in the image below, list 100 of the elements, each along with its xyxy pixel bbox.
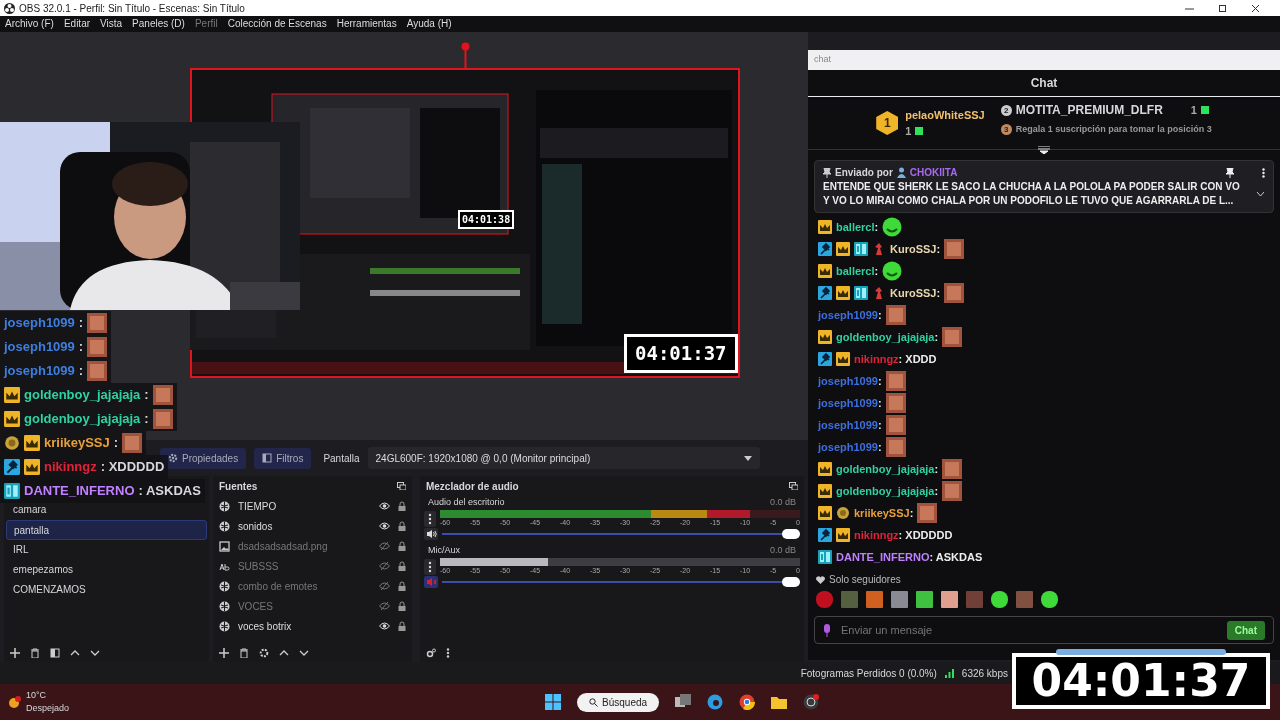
recording-app-icon[interactable] xyxy=(803,694,820,710)
advanced-settings-icon[interactable] xyxy=(425,648,436,658)
lock-icon[interactable] xyxy=(397,581,406,591)
move-up-icon[interactable] xyxy=(278,648,289,658)
folder-icon[interactable] xyxy=(771,694,788,710)
add-icon[interactable] xyxy=(10,648,20,658)
undock-icon[interactable] xyxy=(789,482,798,490)
lock-icon[interactable] xyxy=(397,501,406,511)
db-reading: 0.0 dB xyxy=(769,496,796,509)
sub-badge-icon xyxy=(836,352,850,366)
timer-text: 04:01:37 xyxy=(1031,659,1251,703)
panel-title: Fuentes xyxy=(218,479,258,494)
chat-username: nikinngz xyxy=(44,458,97,477)
source-name: SUBSSS xyxy=(237,559,279,574)
close-icon[interactable] xyxy=(1251,3,1260,13)
mod-badge-icon xyxy=(818,352,832,366)
more-options-icon[interactable] xyxy=(445,648,450,658)
emote-icon xyxy=(885,437,906,457)
lock-icon[interactable] xyxy=(397,621,406,631)
hidden-eye-icon[interactable] xyxy=(378,562,390,570)
filters-button[interactable]: Filtros xyxy=(254,447,312,469)
panel-icon[interactable] xyxy=(50,648,60,658)
slider-thumb[interactable] xyxy=(782,577,800,587)
chat-username: joseph1099 xyxy=(4,314,75,333)
more-options-icon[interactable] xyxy=(1262,167,1265,178)
emote-icon[interactable] xyxy=(991,591,1008,608)
menu-item[interactable]: Archivo (F) xyxy=(0,16,59,32)
mod-badge-icon xyxy=(4,459,20,475)
volume-slider[interactable] xyxy=(441,576,800,588)
source-name: dsadsadsadsad.png xyxy=(237,539,328,554)
menu-item[interactable]: Vista xyxy=(95,16,128,32)
browser-icon[interactable] xyxy=(739,694,756,710)
menu-item[interactable]: Editar xyxy=(58,16,96,32)
delete-icon[interactable] xyxy=(238,648,249,658)
rotate-handle-icon[interactable] xyxy=(461,42,470,69)
chat-message: : xyxy=(78,314,84,333)
lock-icon[interactable] xyxy=(397,541,406,551)
hidden-eye-icon[interactable] xyxy=(378,582,390,590)
move-down-icon[interactable] xyxy=(298,648,309,658)
chat-title: Chat xyxy=(808,70,1280,97)
medal-badge-icon xyxy=(836,506,850,520)
scene-item[interactable]: camara xyxy=(6,500,207,520)
unpin-icon[interactable] xyxy=(1226,167,1234,178)
chat-message: : xyxy=(936,285,941,301)
delete-icon[interactable] xyxy=(30,648,40,658)
eye-icon[interactable] xyxy=(378,502,390,510)
muted-speaker-icon[interactable] xyxy=(423,576,438,588)
message-input[interactable]: Enviar un mensaje Chat xyxy=(814,616,1274,644)
maximize-icon[interactable] xyxy=(1218,3,1227,13)
logo-badge-icon xyxy=(4,483,20,499)
speaker-icon[interactable] xyxy=(423,528,438,540)
task-view-icon[interactable] xyxy=(675,694,692,710)
lock-icon[interactable] xyxy=(397,601,406,611)
menu-item[interactable]: Colección de Escenas xyxy=(222,16,332,32)
eye-icon[interactable] xyxy=(378,622,390,630)
caret-icon xyxy=(743,455,752,461)
channel-name: Mic/Aux xyxy=(427,544,460,557)
start-icon[interactable] xyxy=(545,694,562,710)
scene-item[interactable]: emepezamos xyxy=(6,560,207,580)
chevron-down-icon[interactable] xyxy=(1256,191,1265,197)
chat-username: joseph1099 xyxy=(4,362,75,381)
eye-icon[interactable] xyxy=(378,522,390,530)
drag-handle[interactable] xyxy=(1056,649,1226,655)
hidden-eye-icon[interactable] xyxy=(378,602,390,610)
add-icon[interactable] xyxy=(218,648,229,658)
scene-item[interactable]: IRL xyxy=(6,540,207,560)
volume-slider[interactable] xyxy=(441,528,800,540)
undock-icon[interactable] xyxy=(396,482,406,490)
more-options-icon[interactable] xyxy=(423,558,436,575)
slider-thumb[interactable] xyxy=(782,529,800,539)
taskbar-search[interactable]: Búsqueda xyxy=(577,692,660,712)
lock-icon[interactable] xyxy=(397,521,406,531)
medal-badge-icon xyxy=(4,435,20,451)
move-down-icon[interactable] xyxy=(90,648,100,658)
display-select[interactable]: 24GL600F: 1920x1080 @ 0,0 (Monitor principal) xyxy=(367,447,760,469)
chat-message: : xyxy=(936,241,941,257)
move-up-icon[interactable] xyxy=(70,648,80,658)
send-button[interactable]: Chat xyxy=(1226,620,1265,640)
scene-item[interactable]: COMENZAMOS xyxy=(6,580,207,600)
chat-message: : xyxy=(877,373,882,389)
emote-icon[interactable] xyxy=(1041,591,1058,608)
menu-item[interactable]: Ayuda (H) xyxy=(401,16,457,32)
emote-icon xyxy=(885,415,906,435)
gift-count: 1 xyxy=(905,124,912,139)
emote-icon xyxy=(944,239,965,259)
lock-icon[interactable] xyxy=(397,561,406,571)
hidden-eye-icon[interactable] xyxy=(378,542,390,550)
chat-message: : xyxy=(934,483,939,499)
chat-message: : ASKDAS xyxy=(929,549,983,565)
weather-text: Despejado xyxy=(26,702,70,715)
menu-item[interactable]: Paneles (D) xyxy=(127,16,190,32)
menu-item[interactable]: Herramientas xyxy=(331,16,402,32)
gear-icon[interactable] xyxy=(258,648,269,658)
logo-badge-icon xyxy=(818,550,832,564)
more-options-icon[interactable] xyxy=(423,510,436,527)
scene-item[interactable]: pantalla xyxy=(6,520,207,540)
chat-username: joseph1099 xyxy=(818,395,878,411)
collapse-icon[interactable] xyxy=(1038,146,1050,154)
weather-icon xyxy=(8,695,22,709)
chat-username: ballercl xyxy=(836,263,875,279)
